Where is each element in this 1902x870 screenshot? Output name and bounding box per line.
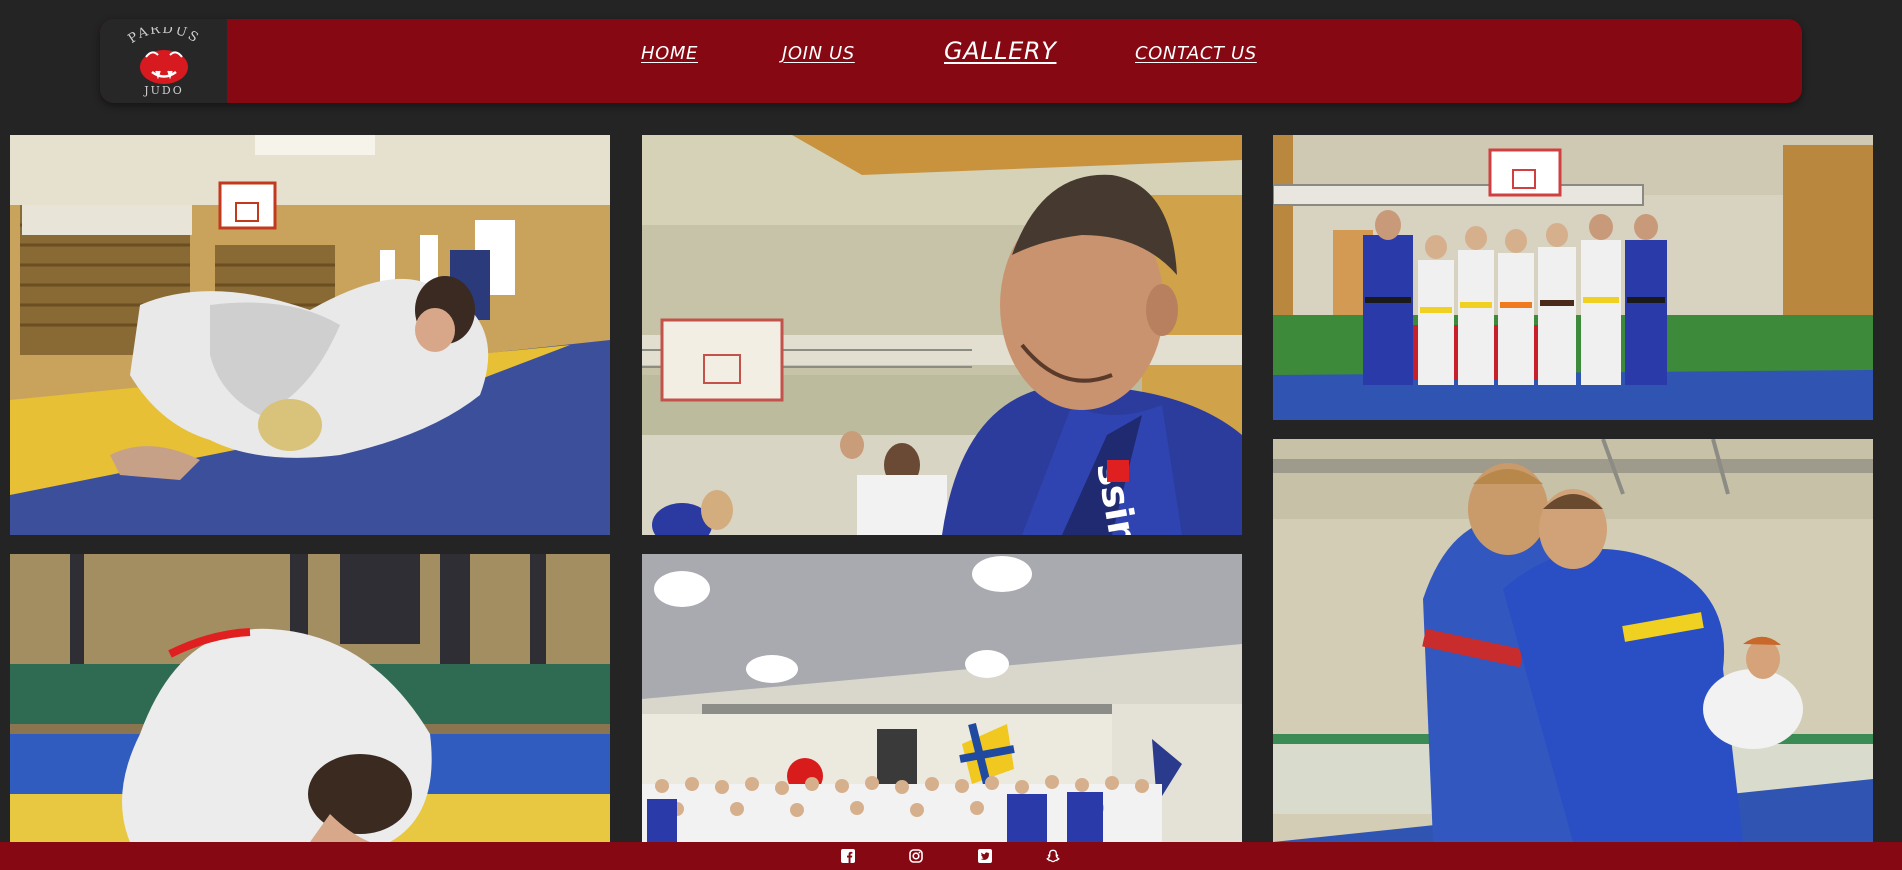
judo-standing-grip-photo	[1273, 439, 1873, 842]
main-nav: HOME JOIN US GALLERY CONTACT US	[100, 19, 1802, 103]
gallery-photo-coach-portrait[interactable]: ssim	[642, 135, 1242, 535]
judo-club-assembly-photo	[642, 554, 1242, 842]
judo-group-photo	[1273, 135, 1873, 420]
site-footer	[0, 842, 1902, 870]
nav-join-us-link[interactable]: JOIN US	[782, 43, 855, 64]
nav-gallery-link[interactable]: GALLERY	[944, 37, 1056, 65]
nav-contact-us-link[interactable]: CONTACT US	[1135, 43, 1257, 64]
nav-home-link[interactable]: HOME	[641, 43, 698, 64]
judo-coach-portrait-photo: ssim	[642, 135, 1242, 535]
facebook-icon[interactable]	[840, 848, 856, 864]
judo-throw-photo	[10, 554, 610, 842]
snapchat-icon[interactable]	[1045, 848, 1061, 864]
instagram-icon[interactable]	[908, 848, 924, 864]
judo-groundwork-photo	[10, 135, 610, 535]
site-header: PARDUS JUDO HOME JOIN US GALLERY CONTACT…	[100, 19, 1802, 103]
gallery-photo-standing-grip[interactable]	[1273, 439, 1873, 842]
gallery-photo-throw[interactable]	[10, 554, 610, 842]
gallery-photo-groundwork[interactable]	[10, 135, 610, 535]
gallery-photo-club-assembly[interactable]	[642, 554, 1242, 842]
gallery-photo-group[interactable]	[1273, 135, 1873, 420]
twitter-icon[interactable]	[977, 848, 993, 864]
